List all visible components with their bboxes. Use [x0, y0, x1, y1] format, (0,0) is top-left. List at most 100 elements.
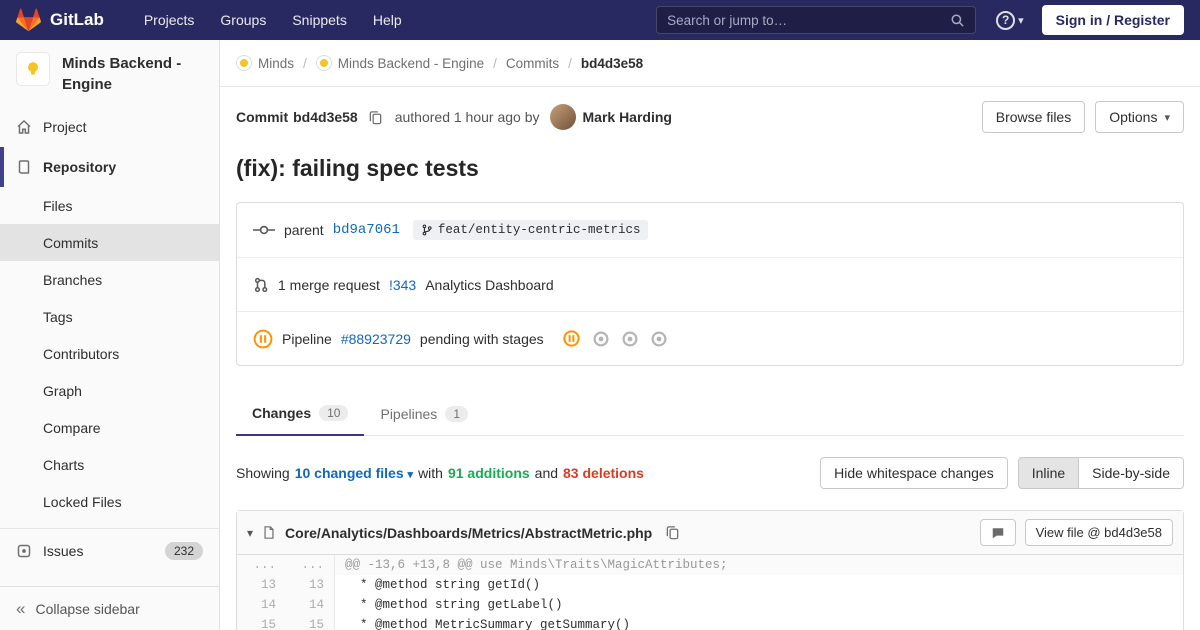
commit-sha: bd4d3e58: [293, 109, 358, 125]
collapse-file-caret-icon[interactable]: ▾: [247, 526, 253, 540]
file-path[interactable]: Core/Analytics/Dashboards/Metrics/Abstra…: [285, 525, 652, 541]
project-avatar: [16, 52, 50, 86]
issues-count-badge: 232: [164, 542, 203, 560]
diff-context-line[interactable]: 14 14 * @method string getLabel(): [237, 595, 1183, 615]
sidebar-item-issues[interactable]: Issues 232: [0, 531, 219, 571]
pipeline-id-link[interactable]: #88923729: [341, 331, 411, 347]
global-search[interactable]: [656, 6, 977, 34]
lightbulb-icon: [28, 62, 38, 75]
brand-name: GitLab: [50, 10, 104, 29]
repository-icon: [16, 159, 32, 175]
old-line-number[interactable]: 14: [237, 595, 286, 615]
comment-icon: [992, 527, 1003, 538]
sidebar-item-repository[interactable]: Repository: [0, 147, 219, 187]
search-input[interactable]: [667, 12, 951, 28]
new-line-number[interactable]: 13: [286, 575, 335, 595]
sidebar-project-title: Minds Backend - Engine: [62, 55, 182, 93]
toggle-comments-button[interactable]: [979, 519, 1016, 546]
nav-item-help[interactable]: Help: [361, 7, 414, 33]
tab-pipelines[interactable]: Pipelines 1: [364, 392, 484, 435]
stage-created-icon[interactable]: [651, 330, 667, 347]
diff-hunk-line: ... ... @@ -13,6 +13,8 @@ use Minds\Trai…: [237, 555, 1183, 575]
search-icon: [950, 13, 965, 28]
mr-count-text: 1 merge request: [278, 276, 380, 293]
sidebar-item-project[interactable]: Project: [0, 107, 219, 147]
new-line-number: ...: [286, 555, 335, 575]
help-dropdown[interactable]: ? ▾: [996, 10, 1024, 30]
collapse-sidebar-button[interactable]: « Collapse sidebar: [0, 586, 219, 630]
new-line-number[interactable]: 15: [286, 615, 335, 630]
inline-view-button[interactable]: Inline: [1017, 457, 1080, 489]
pipeline-pending-icon: [253, 329, 273, 349]
commit-label: Commit: [236, 109, 289, 125]
and-text: and: [534, 465, 559, 481]
breadcrumb-project[interactable]: Minds Backend - Engine: [315, 55, 484, 71]
sidebar-project-header[interactable]: Minds Backend - Engine: [0, 40, 219, 107]
chevron-down-icon: ▾: [1164, 111, 1170, 124]
sidebar-item-contributors[interactable]: Contributors: [0, 335, 219, 372]
diff-context-line[interactable]: 13 13 * @method string getId(): [237, 575, 1183, 595]
hunk-header-text: @@ -13,6 +13,8 @@ use Minds\Traits\Magic…: [345, 558, 728, 572]
nav-item-projects[interactable]: Projects: [132, 7, 207, 33]
new-line-number[interactable]: 14: [286, 595, 335, 615]
diff-table: ... ... @@ -13,6 +13,8 @@ use Minds\Trai…: [237, 555, 1183, 630]
sign-in-button[interactable]: Sign in / Register: [1041, 5, 1184, 35]
sidebar-item-charts[interactable]: Charts: [0, 446, 219, 483]
options-dropdown-button[interactable]: Options ▾: [1095, 101, 1184, 133]
changed-files-dropdown[interactable]: 10 changed files ▾: [295, 465, 413, 481]
breadcrumb: Minds / Minds Backend - Engine / Commits…: [220, 40, 1200, 87]
breadcrumb-commit-sha: bd4d3e58: [580, 55, 644, 71]
sidebar-item-locked-files[interactable]: Locked Files: [0, 483, 219, 520]
parent-sha-link[interactable]: bd9a7061: [333, 222, 400, 238]
branch-ref-chip[interactable]: feat/entity-centric-metrics: [412, 220, 649, 240]
old-line-number[interactable]: 15: [237, 615, 286, 630]
commit-meta-row: Commit bd4d3e58 authored 1 hour ago by M…: [236, 87, 1184, 139]
double-chevron-left-icon: «: [16, 599, 26, 618]
hide-whitespace-button[interactable]: Hide whitespace changes: [820, 457, 1008, 489]
copy-file-path-button[interactable]: [663, 523, 682, 542]
old-line-number[interactable]: 13: [237, 575, 286, 595]
help-icon: ?: [996, 10, 1016, 30]
author-name[interactable]: Mark Harding: [583, 109, 672, 125]
sidebar-item-graph[interactable]: Graph: [0, 372, 219, 409]
copy-sha-button[interactable]: [366, 108, 385, 127]
nav-item-snippets[interactable]: Snippets: [280, 7, 358, 33]
browse-files-button[interactable]: Browse files: [981, 101, 1086, 133]
sidebar-item-commits[interactable]: Commits: [0, 224, 219, 261]
branch-icon: [422, 224, 432, 236]
view-file-button[interactable]: View file @ bd4d3e58: [1024, 519, 1173, 546]
nav-item-groups[interactable]: Groups: [208, 7, 278, 33]
gitlab-tanuki-icon: [16, 8, 41, 32]
authored-text: authored 1 hour ago by: [394, 109, 540, 125]
commit-tabs: Changes 10 Pipelines 1: [236, 392, 1184, 436]
diff-view-toggle: Inline Side-by-side: [1017, 457, 1184, 489]
diff-summary-row: Showing 10 changed files ▾ with 91 addit…: [236, 436, 1184, 510]
mr-id-link[interactable]: !343: [389, 277, 416, 293]
stage-created-icon[interactable]: [593, 330, 609, 347]
stage-created-icon[interactable]: [622, 330, 638, 347]
sidebar-divider: [0, 528, 219, 529]
author-avatar[interactable]: [549, 104, 576, 130]
mr-title-link[interactable]: Analytics Dashboard: [425, 277, 553, 293]
gitlab-home-link[interactable]: GitLab: [16, 8, 104, 32]
top-navbar: GitLab Projects Groups Snippets Help ? ▾…: [0, 0, 1200, 40]
sidebar-item-tags[interactable]: Tags: [0, 298, 219, 335]
commit-icon: [253, 223, 275, 237]
file-diff-header: ▾ Core/Analytics/Dashboards/Metrics/Abst…: [237, 511, 1183, 555]
stage-pending-icon[interactable]: [563, 330, 580, 347]
tab-changes[interactable]: Changes 10: [236, 392, 365, 436]
side-by-side-view-button[interactable]: Side-by-side: [1078, 457, 1184, 489]
breadcrumb-separator: /: [493, 55, 497, 71]
breadcrumb-commits[interactable]: Commits: [506, 56, 559, 71]
sidebar-item-files[interactable]: Files: [0, 187, 219, 224]
diff-context-line[interactable]: 15 15 * @method MetricSummary getSummary…: [237, 615, 1183, 630]
sidebar-item-label: Project: [43, 119, 87, 135]
sidebar-item-compare[interactable]: Compare: [0, 409, 219, 446]
main-content: Minds / Minds Backend - Engine / Commits…: [220, 40, 1200, 630]
pipelines-count-badge: 1: [445, 405, 468, 422]
additions-count: 91 additions: [447, 465, 530, 481]
file-icon: [262, 525, 276, 540]
breadcrumb-group[interactable]: Minds: [236, 55, 294, 71]
sidebar-item-branches[interactable]: Branches: [0, 261, 219, 298]
collapse-sidebar-label: Collapse sidebar: [35, 600, 140, 617]
